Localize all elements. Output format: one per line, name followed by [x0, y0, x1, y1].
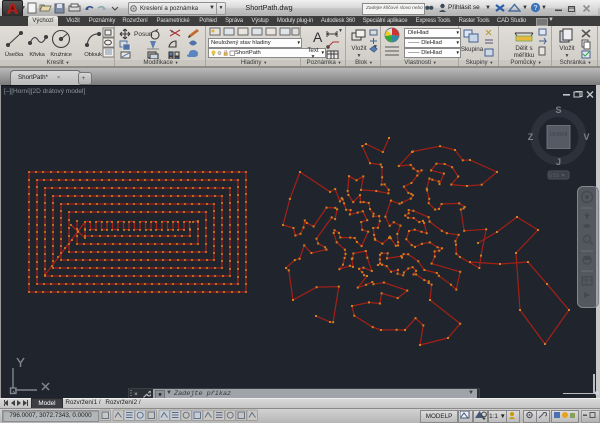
- svg-text:HORNÍ: HORNÍ: [550, 131, 568, 138]
- svg-text:J: J: [556, 157, 561, 167]
- svg-text:Z: Z: [528, 132, 534, 142]
- svg-text:V: V: [583, 132, 589, 142]
- svg-text:S: S: [555, 105, 561, 115]
- svg-text:GSS ▼: GSS ▼: [549, 173, 566, 179]
